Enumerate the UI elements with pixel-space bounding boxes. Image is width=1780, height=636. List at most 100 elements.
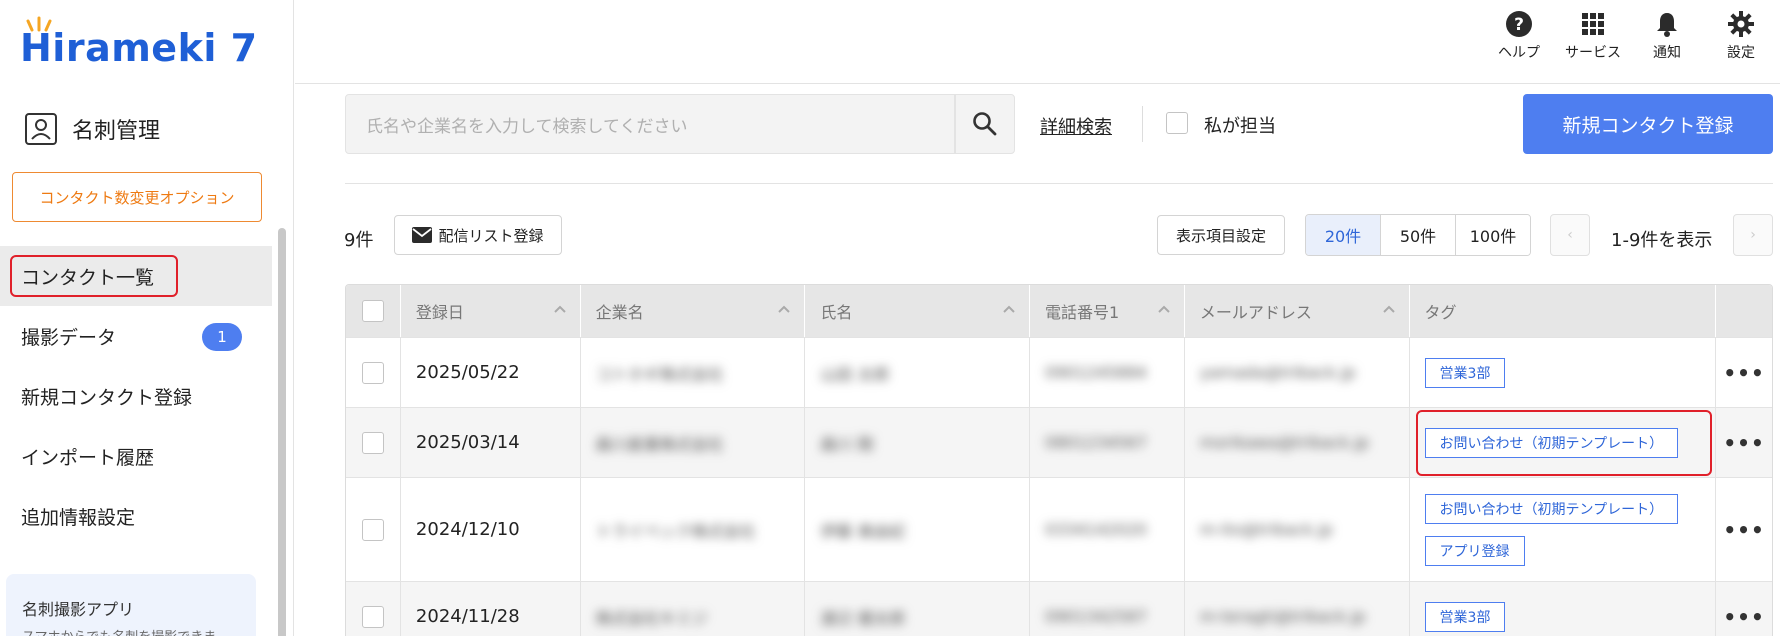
sidebar-item-label: 追加情報設定	[21, 506, 136, 529]
sort-up-icon	[553, 305, 566, 313]
app-promo-box[interactable]: 名刺撮影アプリ スマホからでも名刺を撮影できま	[6, 574, 256, 636]
sort-up-icon	[1158, 305, 1170, 313]
email-text: m-teragti@triback.jp	[1199, 607, 1366, 626]
column-header-email[interactable]: メールアドレス	[1185, 285, 1410, 337]
name-cell[interactable]: 渡辺 健太郎	[805, 582, 1031, 636]
column-header-phone[interactable]: 電話番号1	[1030, 285, 1185, 337]
svg-text:?: ?	[1514, 15, 1524, 35]
row-checkbox[interactable]	[361, 361, 384, 384]
name-text: 山田 太郎	[820, 364, 890, 384]
business-card-icon	[25, 113, 57, 145]
chevron-right-icon: ›	[1750, 227, 1756, 243]
email-text: m-ito@triback.jp	[1199, 520, 1333, 539]
notifications-button[interactable]: 通知	[1632, 10, 1702, 62]
divider	[1142, 106, 1143, 142]
mine-checkbox[interactable]	[1166, 112, 1188, 134]
name-text: 渡辺 健太郎	[820, 608, 906, 628]
row-select-cell	[346, 408, 401, 477]
phone-text: 0901245884	[1045, 363, 1147, 382]
settings-label: 設定	[1727, 45, 1755, 61]
name-text: 森川 剛	[820, 434, 874, 454]
prev-page-button[interactable]: ‹	[1550, 214, 1590, 256]
tags-cell: お問い合わせ（初期テンプレート）	[1410, 408, 1717, 477]
name-cell[interactable]: 森川 剛	[805, 408, 1031, 477]
sidebar-item-label: 新規コンタクト登録	[21, 386, 193, 409]
sidebar-nav: コンタクト一覧 撮影データ 1 新規コンタクト登録 インポート履歴 追加情報設定	[0, 246, 272, 546]
distribution-list-button[interactable]: 配信リスト登録	[394, 215, 562, 255]
per-page-20[interactable]: 20件	[1306, 215, 1380, 255]
company-cell[interactable]: 株式会社キミジ	[581, 582, 806, 636]
advanced-search-link[interactable]: 詳細検索	[1040, 113, 1112, 139]
company-text: 株式会社キミジ	[595, 608, 708, 628]
sidebar-item-scan-data[interactable]: 撮影データ 1	[0, 306, 272, 366]
company-cell[interactable]: コトホギ株式会社	[581, 338, 806, 407]
bell-icon	[1657, 13, 1677, 37]
select-all-cell	[346, 285, 401, 337]
contact-option-button[interactable]: コンタクト数変更オプション	[12, 172, 262, 222]
tag-badge[interactable]: 営業3部	[1424, 357, 1506, 388]
name-cell[interactable]: 山田 太郎	[805, 338, 1031, 407]
mine-checkbox-label[interactable]: 私が担当	[1204, 112, 1276, 138]
table-row[interactable]: 2024/11/28 株式会社キミジ 渡辺 健太郎 0901342587 m-t…	[346, 581, 1772, 636]
sidebar-item-import-history[interactable]: インポート履歴	[0, 426, 272, 486]
table-row[interactable]: 2025/03/14 森川産業株式会社 森川 剛 0801234567 mori…	[346, 407, 1772, 477]
row-select-cell	[346, 582, 401, 636]
sort-up-icon	[778, 305, 791, 313]
tag-badge[interactable]: 営業3部	[1424, 601, 1506, 632]
settings-button[interactable]: 設定	[1706, 10, 1776, 62]
new-contact-button[interactable]: 新規コンタクト登録	[1523, 94, 1773, 154]
row-checkbox[interactable]	[361, 431, 384, 454]
table-row[interactable]: 2025/05/22 コトホギ株式会社 山田 太郎 0901245884 yam…	[346, 337, 1772, 407]
sidebar-item-new-contact[interactable]: 新規コンタクト登録	[0, 366, 272, 426]
row-checkbox[interactable]	[361, 518, 384, 541]
company-text: コトホギ株式会社	[595, 364, 724, 384]
more-horizontal-icon: •••	[1723, 430, 1765, 455]
company-cell[interactable]: トライベック株式会社	[581, 478, 806, 581]
help-button[interactable]: ? ヘルプ	[1484, 10, 1554, 62]
search-input[interactable]: 氏名や企業名を入力して検索してください	[345, 94, 955, 154]
tag-badge[interactable]: アプリ登録	[1424, 535, 1525, 566]
column-label: 電話番号1	[1045, 303, 1120, 322]
gear-icon	[1728, 11, 1754, 37]
phone-text: 0801234567	[1045, 433, 1147, 452]
company-cell[interactable]: 森川産業株式会社	[581, 408, 806, 477]
row-menu-button[interactable]: •••	[1716, 338, 1772, 407]
column-header-name[interactable]: 氏名	[805, 285, 1031, 337]
sidebar-scrollbar[interactable]	[278, 228, 286, 636]
tag-badge[interactable]: お問い合わせ（初期テンプレート）	[1424, 493, 1679, 524]
per-page-selector: 20件 50件 100件	[1305, 214, 1531, 256]
column-settings-button[interactable]: 表示項目設定	[1157, 215, 1285, 255]
company-text: 森川産業株式会社	[595, 434, 724, 454]
highlight-box	[10, 255, 178, 297]
sidebar-item-additional-settings[interactable]: 追加情報設定	[0, 486, 272, 546]
select-all-checkbox[interactable]	[361, 300, 384, 322]
services-button[interactable]: サービス	[1558, 10, 1628, 62]
column-header-company[interactable]: 企業名	[581, 285, 806, 337]
row-menu-button[interactable]: •••	[1716, 408, 1772, 477]
app-logo[interactable]: Hirameki 7	[20, 16, 258, 70]
chevron-left-icon: ‹	[1567, 227, 1573, 243]
per-page-100[interactable]: 100件	[1455, 215, 1530, 255]
email-cell: m-teragti@triback.jp	[1185, 582, 1410, 636]
table-row[interactable]: 2024/12/10 トライベック株式会社 伊藤 美由紀 0334142020 …	[346, 477, 1772, 581]
column-label: タグ	[1424, 303, 1457, 322]
search-button[interactable]	[955, 94, 1015, 154]
row-menu-button[interactable]: •••	[1716, 478, 1772, 581]
per-page-50[interactable]: 50件	[1380, 215, 1455, 255]
contacts-table: 登録日 企業名 氏名 電話番号1 メールアドレス タグ 2025/05/22 コ…	[345, 284, 1773, 636]
next-page-button[interactable]: ›	[1733, 214, 1773, 256]
column-header-date[interactable]: 登録日	[401, 285, 581, 337]
table-header: 登録日 企業名 氏名 電話番号1 メールアドレス タグ	[346, 285, 1772, 337]
page-info: 1-9件を表示	[1611, 230, 1713, 251]
row-menu-button[interactable]: •••	[1716, 582, 1772, 636]
app-promo-title: 名刺撮影アプリ	[22, 600, 135, 619]
row-checkbox[interactable]	[361, 605, 384, 628]
tags-cell: お問い合わせ（初期テンプレート） アプリ登録	[1410, 478, 1717, 581]
name-cell[interactable]: 伊藤 美由紀	[805, 478, 1031, 581]
sidebar-item-contact-list[interactable]: コンタクト一覧	[0, 246, 272, 306]
sort-up-icon	[1003, 305, 1015, 313]
row-select-cell	[346, 338, 401, 407]
email-cell: m-ito@triback.jp	[1185, 478, 1410, 581]
more-horizontal-icon: •••	[1723, 604, 1765, 629]
phone-cell: 0901245884	[1030, 338, 1185, 407]
